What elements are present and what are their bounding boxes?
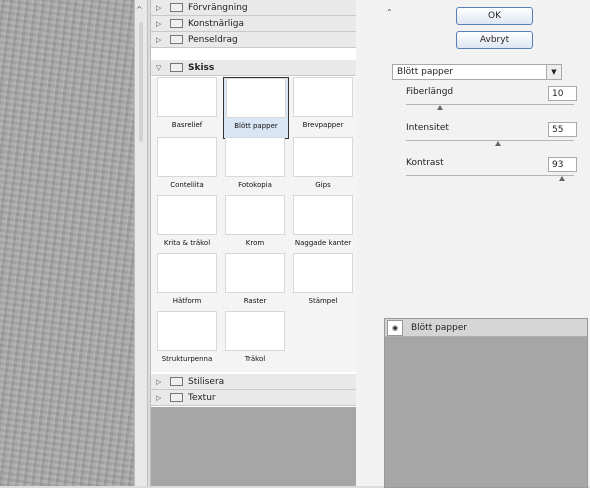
scroll-up-arrow-icon[interactable]: ^ (136, 5, 143, 14)
category-label: Penseldrag (188, 34, 238, 45)
param-label-kontrast: Kontrast (406, 158, 444, 168)
ok-button[interactable]: OK (456, 7, 533, 25)
filter-thumb-naggade-kanter[interactable]: Naggade kanter (291, 195, 355, 255)
category-stilisera[interactable]: ▷ Stilisera (151, 374, 357, 390)
filter-preview-image (293, 195, 353, 235)
fiberlangd-slider[interactable] (406, 104, 574, 105)
filter-thumb-krom[interactable]: Krom (223, 195, 287, 255)
filter-preview-image (157, 137, 217, 177)
expand-arrow-icon: ▷ (156, 3, 162, 12)
filter-gallery: ▷ Förvrängning ▷ Konstnärliga ▷ Penseldr… (150, 0, 358, 486)
category-penseldrag[interactable]: ▷ Penseldrag (151, 32, 357, 48)
category-label: Textur (188, 392, 216, 403)
filter-preview-image (157, 311, 217, 351)
kontrast-input[interactable]: 93 (548, 157, 577, 172)
cancel-button[interactable]: Avbryt (456, 31, 533, 49)
filter-preview-image (157, 253, 217, 293)
expand-arrow-icon: ▷ (156, 19, 162, 28)
filter-preview-image (225, 137, 285, 177)
filter-preview-image (157, 77, 217, 117)
filter-caption: Conteliita (170, 181, 204, 189)
filter-caption: Krita & träkol (163, 239, 211, 247)
category-label: Förvrängning (188, 2, 248, 13)
filter-caption: Brevpapper (302, 121, 344, 129)
folder-icon (170, 19, 183, 28)
image-preview (0, 0, 134, 486)
gallery-empty-area (151, 407, 357, 486)
filter-thumb-trakol[interactable]: Träkol (223, 311, 287, 371)
filter-caption: Strukturpenna (161, 355, 213, 363)
category-skiss[interactable]: ▽ Skiss (151, 60, 357, 76)
filter-preview-image (225, 195, 285, 235)
effect-layers-panel: ◉ Blött papper (384, 318, 588, 488)
filter-caption: Blött papper (234, 122, 278, 130)
category-label: Skiss (188, 62, 215, 73)
filter-thumb-blott-papper[interactable]: Blött papper (223, 77, 289, 139)
kontrast-slider-knob[interactable] (559, 176, 566, 181)
intensitet-slider[interactable] (406, 140, 574, 141)
filter-thumb-fotokopia[interactable]: Fotokopia (223, 137, 287, 197)
filter-caption: Raster (243, 297, 267, 305)
filter-caption: Hätform (172, 297, 202, 305)
filter-caption: Naggade kanter (294, 239, 352, 247)
chevron-down-icon: ▼ (546, 65, 561, 79)
filter-caption: Stämpel (308, 297, 338, 305)
filter-caption: Basrelief (171, 121, 203, 129)
filter-thumb-krita-trakol[interactable]: Krita & träkol (155, 195, 219, 255)
effect-layer-label: Blött papper (411, 322, 467, 333)
folder-icon (170, 35, 183, 44)
filter-caption: Fotokopia (238, 181, 272, 189)
filter-thumb-brevpapper[interactable]: Brevpapper (291, 77, 355, 137)
category-label: Konstnärliga (188, 18, 245, 29)
double-chevron-up-icon[interactable]: ⌃ (386, 8, 393, 17)
fiberlangd-input[interactable]: 10 (548, 86, 577, 101)
folder-icon (170, 63, 183, 72)
filter-preview-image (293, 253, 353, 293)
filter-select[interactable]: Blött papper ▼ (392, 64, 562, 80)
kontrast-slider[interactable] (406, 175, 574, 176)
filter-select-value: Blött papper (397, 67, 453, 77)
collapse-arrow-icon: ▽ (156, 63, 162, 72)
effect-layer-row[interactable]: ◉ Blött papper (385, 319, 587, 337)
folder-icon (170, 393, 183, 402)
filter-thumb-basrelief[interactable]: Basrelief (155, 77, 219, 137)
category-textur[interactable]: ▷ Textur (151, 390, 357, 406)
filter-caption: Krom (245, 239, 265, 247)
expand-arrow-icon: ▷ (156, 393, 162, 402)
filter-preview-image (293, 77, 353, 117)
category-label: Stilisera (188, 376, 225, 387)
param-label-fiberlangd: Fiberlängd (406, 87, 454, 97)
filter-preview-image (225, 311, 285, 351)
filter-thumb-hatform[interactable]: Hätform (155, 253, 219, 313)
scrollbar-thumb[interactable] (139, 22, 143, 142)
filter-thumb-stampel[interactable]: Stämpel (291, 253, 355, 313)
filter-caption: Gips (315, 181, 331, 189)
filter-thumb-gips[interactable]: Gips (291, 137, 355, 197)
category-konstnarliga[interactable]: ▷ Konstnärliga (151, 16, 357, 32)
expand-arrow-icon: ▷ (156, 35, 162, 44)
expand-arrow-icon: ▷ (156, 377, 162, 386)
category-forvrangning[interactable]: ▷ Förvrängning (151, 0, 357, 16)
filter-preview-image (226, 78, 286, 118)
filter-preview-image (157, 195, 217, 235)
param-label-intensitet: Intensitet (406, 123, 449, 133)
filter-settings-panel: ⌃ OK Avbryt Blött papper ▼ Fiberlängd 10… (356, 0, 590, 488)
filter-preview-image (225, 253, 285, 293)
fiberlangd-slider-knob[interactable] (436, 105, 443, 110)
intensitet-input[interactable]: 55 (548, 122, 577, 137)
filter-thumbnails: Basrelief Blött papper Brevpapper Contel… (151, 77, 357, 372)
folder-icon (170, 3, 183, 12)
filter-preview-image (293, 137, 353, 177)
filter-thumb-conteliita[interactable]: Conteliita (155, 137, 219, 197)
filter-caption: Träkol (244, 355, 266, 363)
filter-thumb-strukturpenna[interactable]: Strukturpenna (155, 311, 219, 371)
intensitet-slider-knob[interactable] (495, 141, 502, 146)
eye-icon[interactable]: ◉ (387, 319, 403, 336)
folder-icon (170, 377, 183, 386)
filter-thumb-raster[interactable]: Raster (223, 253, 287, 313)
